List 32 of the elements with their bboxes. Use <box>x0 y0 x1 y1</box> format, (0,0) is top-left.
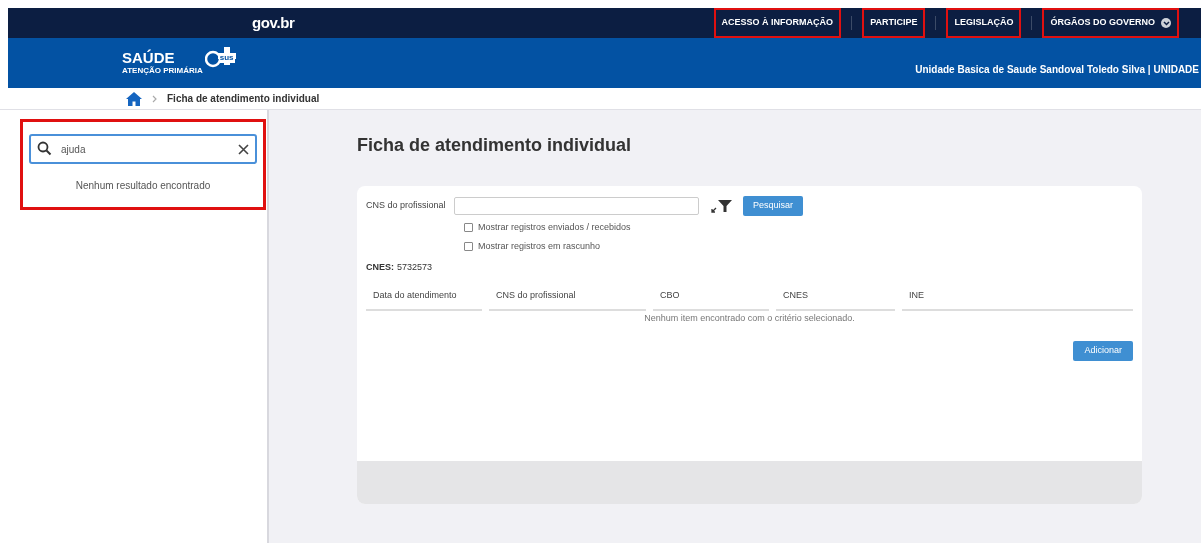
search-field[interactable]: ajuda <box>29 134 257 164</box>
clear-icon[interactable] <box>238 144 249 155</box>
empty-message: Nenhum resultado encontrado <box>74 179 212 193</box>
brand-name: SAÚDE <box>122 50 176 66</box>
column-header: INE <box>902 288 1133 311</box>
govbr-logo: gov.br <box>252 12 295 33</box>
page-title: Ficha de atendimento individual <box>357 134 633 157</box>
unit-name: Unidade Basica de Saude Sandoval Toledo Silva | UNIDADE <box>915 62 1199 77</box>
checkbox[interactable] <box>464 223 473 233</box>
logo-badge: sus <box>218 53 235 63</box>
breadcrumb-item: Ficha de atendimento individual <box>167 92 320 106</box>
filter-icon[interactable] <box>711 199 733 213</box>
home-icon[interactable] <box>126 91 142 106</box>
chevron-right-icon <box>152 94 157 103</box>
checkbox-label: Mostrar registros enviados / recebidos <box>478 221 631 234</box>
empty-table-message: Nenhum item encontrado com o critério selecionado. <box>643 312 856 325</box>
input-field[interactable] <box>454 197 699 215</box>
column-header: CNES <box>776 288 895 311</box>
column-header: Data do atendimento <box>366 288 482 311</box>
cnes-label: CNES: <box>366 261 394 274</box>
column-header: CNS do profissional <box>489 288 646 311</box>
column-header: CBO <box>653 288 769 311</box>
checkbox-label: Mostrar registros em rascunho <box>478 239 601 253</box>
checkbox[interactable] <box>464 241 473 251</box>
nav-link[interactable]: ACESSO À INFORMAÇÃO <box>713 8 842 38</box>
search-icon <box>37 141 52 156</box>
nav-link[interactable]: LEGISLAÇÃO <box>946 8 1022 38</box>
cnes-value: 5732573 <box>397 261 433 274</box>
nav-link[interactable]: PARTICIPE <box>862 8 926 38</box>
field-label: CNS do profissional <box>366 199 447 213</box>
nav-link[interactable]: ÓRGÃOS DO GOVERNO <box>1042 8 1179 38</box>
brand-tagline: ATENÇÃO PRIMÁRIA <box>122 66 203 76</box>
